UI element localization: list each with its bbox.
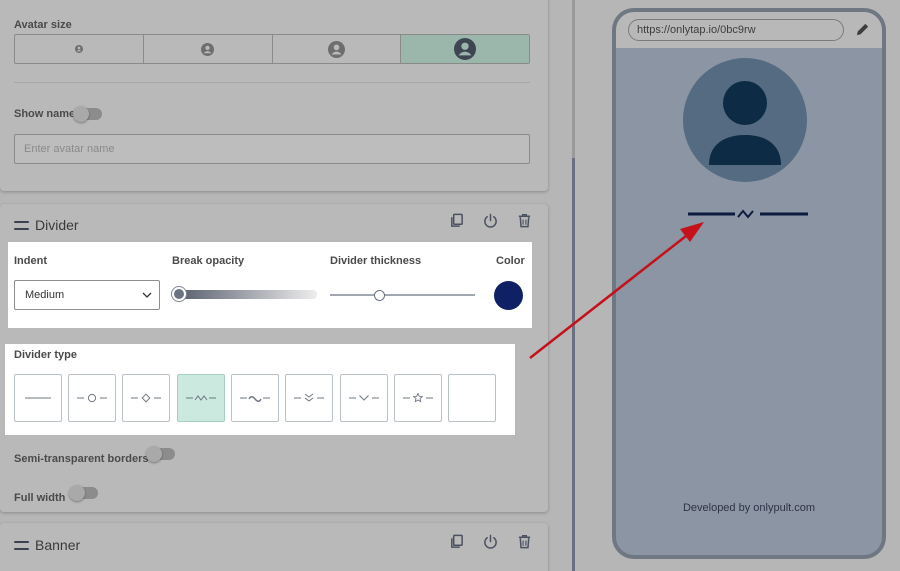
star-break-icon xyxy=(403,392,433,403)
avatar-size-m-option[interactable] xyxy=(273,35,402,63)
drag-handle-icon[interactable] xyxy=(14,540,29,550)
divider-thickness-slider[interactable] xyxy=(330,294,475,296)
copy-icon[interactable] xyxy=(449,213,464,228)
scrollbar-thumb[interactable] xyxy=(572,158,575,571)
break-opacity-label: Break opacity xyxy=(172,255,245,267)
circle-break-icon xyxy=(77,393,107,403)
divider-type-circle-option[interactable] xyxy=(68,374,116,422)
user-icon xyxy=(201,42,215,56)
avatar-name-input[interactable] xyxy=(14,134,530,164)
avatar-size-xs-option[interactable] xyxy=(15,35,144,63)
break-opacity-slider[interactable] xyxy=(179,290,317,299)
copy-icon[interactable] xyxy=(449,534,464,549)
toggle-knob xyxy=(69,485,85,501)
divider-type-chevron-option[interactable] xyxy=(340,374,388,422)
break-opacity-slider-thumb[interactable] xyxy=(172,287,186,301)
show-name-toggle[interactable] xyxy=(73,106,102,122)
diamond-break-icon xyxy=(131,393,161,403)
separator xyxy=(14,82,530,83)
divider-header: Divider xyxy=(14,217,79,233)
divider-type-wave-option[interactable] xyxy=(177,374,225,422)
banner-settings-panel: Banner xyxy=(0,523,548,571)
divider-type-plain-option[interactable] xyxy=(14,374,62,422)
avatar-settings-panel: Avatar size Show name xyxy=(0,0,548,191)
tilde-break-icon xyxy=(240,396,270,402)
preview-avatar xyxy=(683,58,807,182)
color-picker-swatch[interactable] xyxy=(494,281,523,310)
power-icon[interactable] xyxy=(483,213,498,228)
semi-transparent-label: Semi-transparent borders xyxy=(14,453,149,465)
color-label: Color xyxy=(496,255,525,267)
divider-actions xyxy=(449,213,532,228)
trash-icon[interactable] xyxy=(517,534,532,549)
divider-type-star-option[interactable] xyxy=(394,374,442,422)
preview-url-field[interactable]: https://onlytap.io/0bc9rw xyxy=(628,19,844,41)
toggle-knob xyxy=(73,106,89,122)
full-width-toggle[interactable] xyxy=(69,485,98,501)
avatar-size-selector xyxy=(14,34,530,64)
divider-thickness-label: Divider thickness xyxy=(330,255,422,267)
indent-select-value: Medium xyxy=(25,289,65,301)
pencil-icon[interactable] xyxy=(854,21,871,38)
avatar-size-l-option[interactable] xyxy=(401,35,529,63)
user-icon xyxy=(454,38,477,60)
divider-type-diamond-option[interactable] xyxy=(122,374,170,422)
full-width-label: Full width xyxy=(14,492,66,504)
chevron-break-icon xyxy=(349,395,379,401)
user-icon xyxy=(74,45,83,53)
phone-preview: https://onlytap.io/0bc9rw Developed by o… xyxy=(612,8,886,559)
drag-handle-icon[interactable] xyxy=(14,220,29,230)
double-chevron-break-icon xyxy=(294,393,324,402)
user-icon xyxy=(709,81,781,165)
avatar-size-label: Avatar size xyxy=(14,19,72,31)
divider-type-label: Divider type xyxy=(14,349,77,361)
toggle-knob xyxy=(146,446,162,462)
divider-type-none-option[interactable] xyxy=(448,374,496,422)
show-name-label: Show name xyxy=(14,108,76,120)
divider-thickness-slider-thumb[interactable] xyxy=(374,290,385,301)
user-icon xyxy=(327,40,345,58)
indent-label: Indent xyxy=(14,255,47,267)
indent-select[interactable]: Medium xyxy=(14,280,160,310)
banner-header: Banner xyxy=(14,537,80,553)
chevron-down-icon xyxy=(142,292,152,298)
section-title: Banner xyxy=(35,537,81,553)
section-title: Divider xyxy=(35,217,79,233)
preview-divider xyxy=(688,209,808,219)
avatar-size-s-option[interactable] xyxy=(144,35,273,63)
plain-line-icon xyxy=(25,397,51,399)
wave-break-icon xyxy=(186,395,216,401)
preview-screen: https://onlytap.io/0bc9rw Developed by o… xyxy=(616,12,882,555)
semi-transparent-toggle[interactable] xyxy=(146,446,175,462)
banner-actions xyxy=(449,534,532,549)
divider-type-tilde-option[interactable] xyxy=(231,374,279,422)
preview-url-bar: https://onlytap.io/0bc9rw xyxy=(616,12,882,48)
preview-footer: Developed by onlypult.com xyxy=(682,502,816,514)
divider-type-double-chevron-option[interactable] xyxy=(285,374,333,422)
trash-icon[interactable] xyxy=(517,213,532,228)
power-icon[interactable] xyxy=(483,534,498,549)
